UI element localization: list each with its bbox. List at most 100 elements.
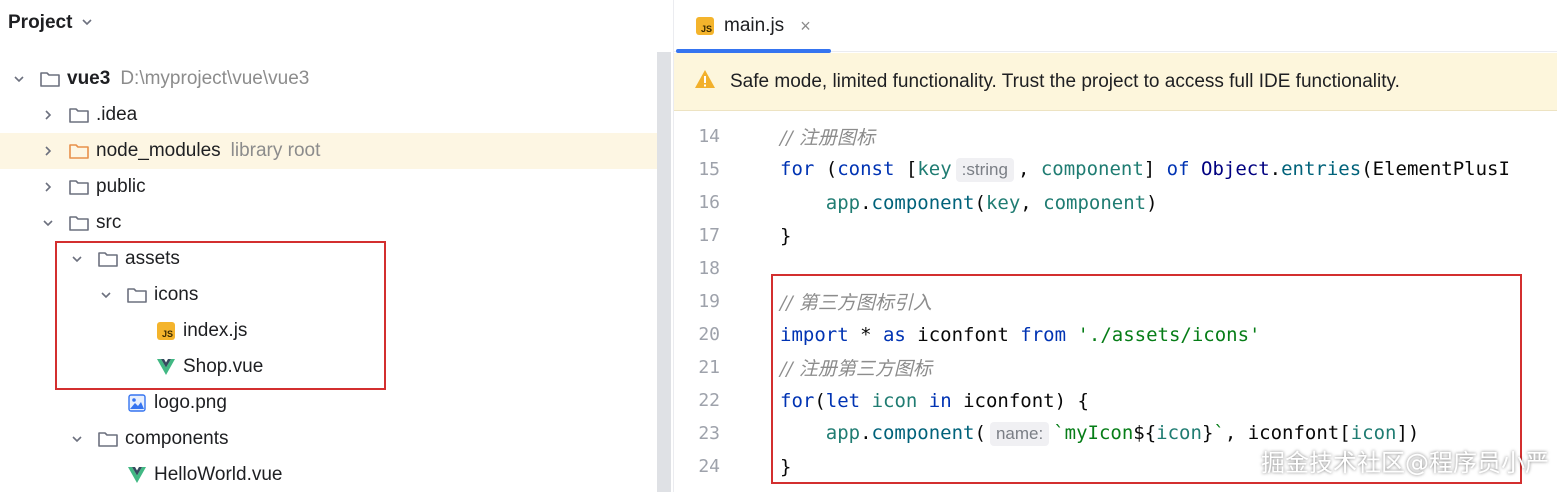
tree-item[interactable]: vue3 D:\myproject\vue\vue3 <box>0 61 657 97</box>
code-token: } <box>780 224 792 247</box>
tree-item-name: src <box>96 212 122 233</box>
code-token: component <box>1043 191 1147 214</box>
tree-item-hint: library root <box>230 140 321 161</box>
warning-icon <box>694 68 716 96</box>
code-token: // 注册图标 <box>780 127 875 149</box>
chevron-down-icon[interactable] <box>11 71 27 87</box>
watermark: 掘金技术社区@程序员小严 <box>1261 449 1549 477</box>
code-text: for (const [key:string, component] of Ob… <box>780 157 1510 182</box>
line-number: 14 <box>698 126 720 147</box>
tree-item[interactable]: HelloWorld.vue <box>0 457 657 492</box>
tree-item-name: vue3 <box>67 68 111 89</box>
folder-icon <box>68 176 90 198</box>
code-token: key <box>917 157 952 180</box>
line-number: 23 <box>698 423 720 444</box>
editor-pane: JS main.js × Safe mode, limited function… <box>673 0 1557 492</box>
code-text: // 注册图标 <box>780 123 875 150</box>
tree-item-name: logo.png <box>154 392 227 413</box>
tree-item-name: public <box>96 176 146 197</box>
folder-icon <box>39 68 61 90</box>
close-icon[interactable]: × <box>800 16 811 37</box>
tree-item-label: src <box>96 212 121 234</box>
image-file-icon <box>126 392 148 414</box>
javascript-file-icon: JS <box>696 17 714 35</box>
tree-item-name: HelloWorld.vue <box>154 464 283 485</box>
tree-item[interactable]: logo.png <box>0 385 657 421</box>
code-text: app.component(key, component) <box>780 192 1158 214</box>
code-token: ] <box>1143 157 1167 180</box>
code-token: [ <box>894 157 918 180</box>
tree-item-name: node_modules <box>96 140 221 161</box>
line-number: 18 <box>698 258 720 279</box>
tree-item-label: node_modules library root <box>96 140 320 162</box>
chevron-down-icon[interactable] <box>40 215 56 231</box>
line-number: 16 <box>698 192 720 213</box>
code-token: app <box>825 191 861 214</box>
code-token: (ElementPlusI <box>1361 157 1510 180</box>
tree-item[interactable]: src <box>0 205 657 241</box>
tree-item[interactable]: public <box>0 169 657 205</box>
tree-item[interactable]: .idea <box>0 97 657 133</box>
tree-item-label: logo.png <box>154 392 227 414</box>
tree-item-label: HelloWorld.vue <box>154 464 282 486</box>
chevron-down-icon[interactable] <box>69 431 85 447</box>
code-token: ( <box>974 191 986 214</box>
tree-item-hint: D:\myproject\vue\vue3 <box>120 68 310 89</box>
folder-icon <box>68 104 90 126</box>
chevron-right-icon[interactable] <box>40 179 56 195</box>
line-number: 20 <box>698 324 720 345</box>
code-text: } <box>780 225 791 247</box>
code-token: const <box>837 157 895 180</box>
code-token: of <box>1166 157 1190 180</box>
code-token: for <box>780 157 815 180</box>
annotation-highlight-box <box>55 241 386 390</box>
project-panel: Project vue3 D:\myproject\vue\vue3 .idea no… <box>0 0 657 492</box>
code-token: key <box>985 191 1021 214</box>
code-line: 17} <box>674 219 1557 252</box>
tree-item-label: public <box>96 176 146 198</box>
line-number: 19 <box>698 291 720 312</box>
tree-item-label: .idea <box>96 104 137 126</box>
code-token: , <box>1020 191 1044 214</box>
code-token: . <box>1269 157 1282 180</box>
tree-item[interactable]: components <box>0 421 657 457</box>
tree-item-name: components <box>125 428 229 449</box>
code-token: ( <box>814 157 838 180</box>
vue-file-icon <box>126 464 148 486</box>
code-line: 15 for (const [key:string, component] of … <box>674 153 1557 186</box>
safe-mode-message: Safe mode, limited functionality. Trust … <box>730 70 1400 92</box>
code-line: 16 app.component(key, component) <box>674 186 1557 219</box>
folder-icon <box>68 140 90 162</box>
code-line: 14 // 注册图标 <box>674 120 1557 153</box>
folder-icon <box>97 428 119 450</box>
line-number: 17 <box>698 225 720 246</box>
project-tree-scrollbar[interactable] <box>657 52 671 492</box>
tree-item[interactable]: node_modules library root <box>0 133 657 169</box>
tree-item-label: vue3 D:\myproject\vue\vue3 <box>67 68 309 90</box>
inlay-hint: :string <box>955 157 1014 182</box>
safe-mode-banner: Safe mode, limited functionality. Trust … <box>674 53 1557 111</box>
code-token: component <box>1040 157 1144 180</box>
tree-item-label: components <box>125 428 229 450</box>
code-token: entries <box>1281 157 1362 180</box>
chevron-right-icon[interactable] <box>40 143 56 159</box>
tab-main-js[interactable]: JS main.js × <box>674 0 831 53</box>
project-view-selector[interactable]: Project <box>8 10 94 36</box>
chevron-right-icon[interactable] <box>40 107 56 123</box>
project-title: Project <box>8 12 73 33</box>
code-token: . <box>860 191 872 214</box>
tree-item-name: .idea <box>96 104 138 125</box>
line-number: 22 <box>698 390 720 411</box>
code-token: , <box>1017 157 1041 180</box>
editor-tab-bar: JS main.js × <box>674 0 1557 53</box>
tab-label: main.js <box>724 15 785 36</box>
chevron-down-icon <box>80 15 94 32</box>
line-number: 21 <box>698 357 720 378</box>
code-token: ) <box>1146 191 1158 214</box>
code-token: component <box>871 191 975 214</box>
line-number: 15 <box>698 159 720 180</box>
line-number: 24 <box>698 456 720 477</box>
folder-icon <box>68 212 90 234</box>
